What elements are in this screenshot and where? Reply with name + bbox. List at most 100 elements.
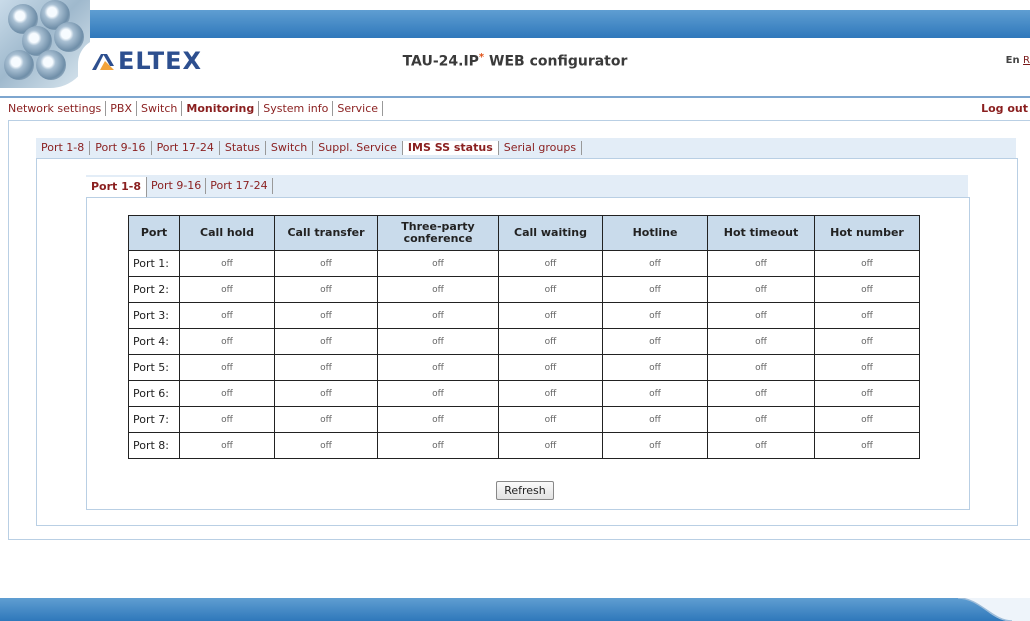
cell-three-party-conference: off (377, 432, 499, 459)
cell-call-transfer: off (274, 406, 378, 433)
port-tab-17-24[interactable]: Port 17-24 (206, 178, 273, 194)
cell-hot-timeout: off (707, 328, 815, 355)
port-tab-9-16[interactable]: Port 9-16 (147, 178, 207, 194)
cell-hotline: off (602, 354, 708, 381)
cell-hot-timeout: off (707, 354, 815, 381)
tab-serial-groups[interactable]: Serial groups (499, 141, 583, 155)
cell-hot-number: off (814, 380, 920, 407)
cell-hotline: off (602, 302, 708, 329)
table-row: Port 3: off off off off off off off (128, 302, 920, 329)
main-menu: Network settings PBX Switch Monitoring S… (0, 96, 1030, 120)
port-tabs: Port 1-8 Port 9-16 Port 17-24 (86, 175, 968, 197)
cell-three-party-conference: off (377, 328, 499, 355)
cell-call-transfer: off (274, 380, 378, 407)
refresh-button[interactable]: Refresh (496, 481, 554, 500)
cell-call-waiting: off (498, 354, 603, 381)
cell-hotline: off (602, 432, 708, 459)
cell-three-party-conference: off (377, 276, 499, 303)
table-header-row: Port Call hold Call transfer Three-party… (128, 215, 920, 251)
tab-switch[interactable]: Switch (266, 141, 314, 155)
cell-hotline: off (602, 328, 708, 355)
tab-status[interactable]: Status (220, 141, 266, 155)
tab-port-9-16[interactable]: Port 9-16 (90, 141, 152, 155)
menu-item-system-info[interactable]: System info (259, 101, 334, 116)
cell-call-hold: off (179, 302, 275, 329)
cell-three-party-conference: off (377, 354, 499, 381)
cell-port: Port 1: (128, 250, 180, 277)
ims-ss-status-table: Port Call hold Call transfer Three-party… (128, 215, 920, 459)
cell-three-party-conference: off (377, 406, 499, 433)
cell-call-waiting: off (498, 328, 603, 355)
col-hot-timeout: Hot timeout (707, 215, 815, 251)
cell-hot-timeout: off (707, 302, 815, 329)
cell-call-waiting: off (498, 432, 603, 459)
main-menu-items: Network settings PBX Switch Monitoring S… (4, 101, 384, 116)
cell-call-hold: off (179, 406, 275, 433)
cell-call-transfer: off (274, 432, 378, 459)
tab-port-17-24[interactable]: Port 17-24 (152, 141, 220, 155)
cell-port: Port 3: (128, 302, 180, 329)
lang-ru[interactable]: R (1023, 55, 1030, 66)
cell-hot-timeout: off (707, 276, 815, 303)
col-call-transfer: Call transfer (274, 215, 378, 251)
lang-en[interactable]: En (1006, 55, 1020, 66)
cell-call-hold: off (179, 250, 275, 277)
table-row: Port 1: off off off off off off off (128, 250, 920, 277)
table-row: Port 6: off off off off off off off (128, 380, 920, 407)
port-tab-1-8[interactable]: Port 1-8 (86, 177, 148, 197)
cell-port: Port 7: (128, 406, 180, 433)
cell-port: Port 6: (128, 380, 180, 407)
table-row: Port 7: off off off off off off off (128, 406, 920, 433)
cell-hot-number: off (814, 406, 920, 433)
title-main: TAU-24.IP (402, 53, 479, 70)
cell-hot-timeout: off (707, 432, 815, 459)
cell-hotline: off (602, 250, 708, 277)
cell-hotline: off (602, 406, 708, 433)
menu-item-switch[interactable]: Switch (137, 101, 183, 116)
table-row: Port 5: off off off off off off off (128, 354, 920, 381)
menu-item-pbx[interactable]: PBX (106, 101, 138, 116)
cell-call-waiting: off (498, 380, 603, 407)
cell-call-hold: off (179, 328, 275, 355)
cell-call-waiting: off (498, 276, 603, 303)
header-bar (70, 10, 1030, 38)
cell-call-waiting: off (498, 250, 603, 277)
logout-link[interactable]: Log out (981, 101, 1028, 116)
col-port: Port (128, 215, 180, 251)
sub-tabs: Port 1-8 Port 9-16 Port 17-24 Status Swi… (36, 138, 1016, 158)
cell-port: Port 8: (128, 432, 180, 459)
cell-call-hold: off (179, 354, 275, 381)
table-row: Port 8: off off off off off off off (128, 432, 920, 459)
cell-call-hold: off (179, 276, 275, 303)
menu-item-monitoring[interactable]: Monitoring (182, 101, 260, 116)
menu-item-service[interactable]: Service (333, 101, 384, 116)
cell-port: Port 2: (128, 276, 180, 303)
discs-decoration-icon (0, 0, 90, 88)
cell-call-transfer: off (274, 302, 378, 329)
tab-port-1-8[interactable]: Port 1-8 (36, 141, 91, 155)
tab-ims-ss-status[interactable]: IMS SS status (402, 141, 499, 155)
footer-decoration (900, 598, 1030, 621)
menu-item-network-settings[interactable]: Network settings (4, 101, 107, 116)
page-title: TAU-24.IP* WEB configurator (0, 52, 1030, 70)
language-switch: En R (1006, 55, 1030, 66)
cell-call-waiting: off (498, 406, 603, 433)
cell-port: Port 4: (128, 328, 180, 355)
tab-suppl-service[interactable]: Suppl. Service (313, 141, 403, 155)
cell-call-hold: off (179, 432, 275, 459)
cell-call-transfer: off (274, 250, 378, 277)
table-row: Port 4: off off off off off off off (128, 328, 920, 355)
cell-hot-number: off (814, 354, 920, 381)
cell-hot-timeout: off (707, 380, 815, 407)
col-call-hold: Call hold (179, 215, 275, 251)
footer-bar (0, 598, 1030, 621)
cell-three-party-conference: off (377, 250, 499, 277)
cell-hot-number: off (814, 276, 920, 303)
cell-hotline: off (602, 380, 708, 407)
cell-hot-timeout: off (707, 250, 815, 277)
cell-hot-number: off (814, 250, 920, 277)
cell-hotline: off (602, 276, 708, 303)
cell-hot-number: off (814, 432, 920, 459)
table-row: Port 2: off off off off off off off (128, 276, 920, 303)
title-rest: WEB configurator (484, 53, 628, 70)
